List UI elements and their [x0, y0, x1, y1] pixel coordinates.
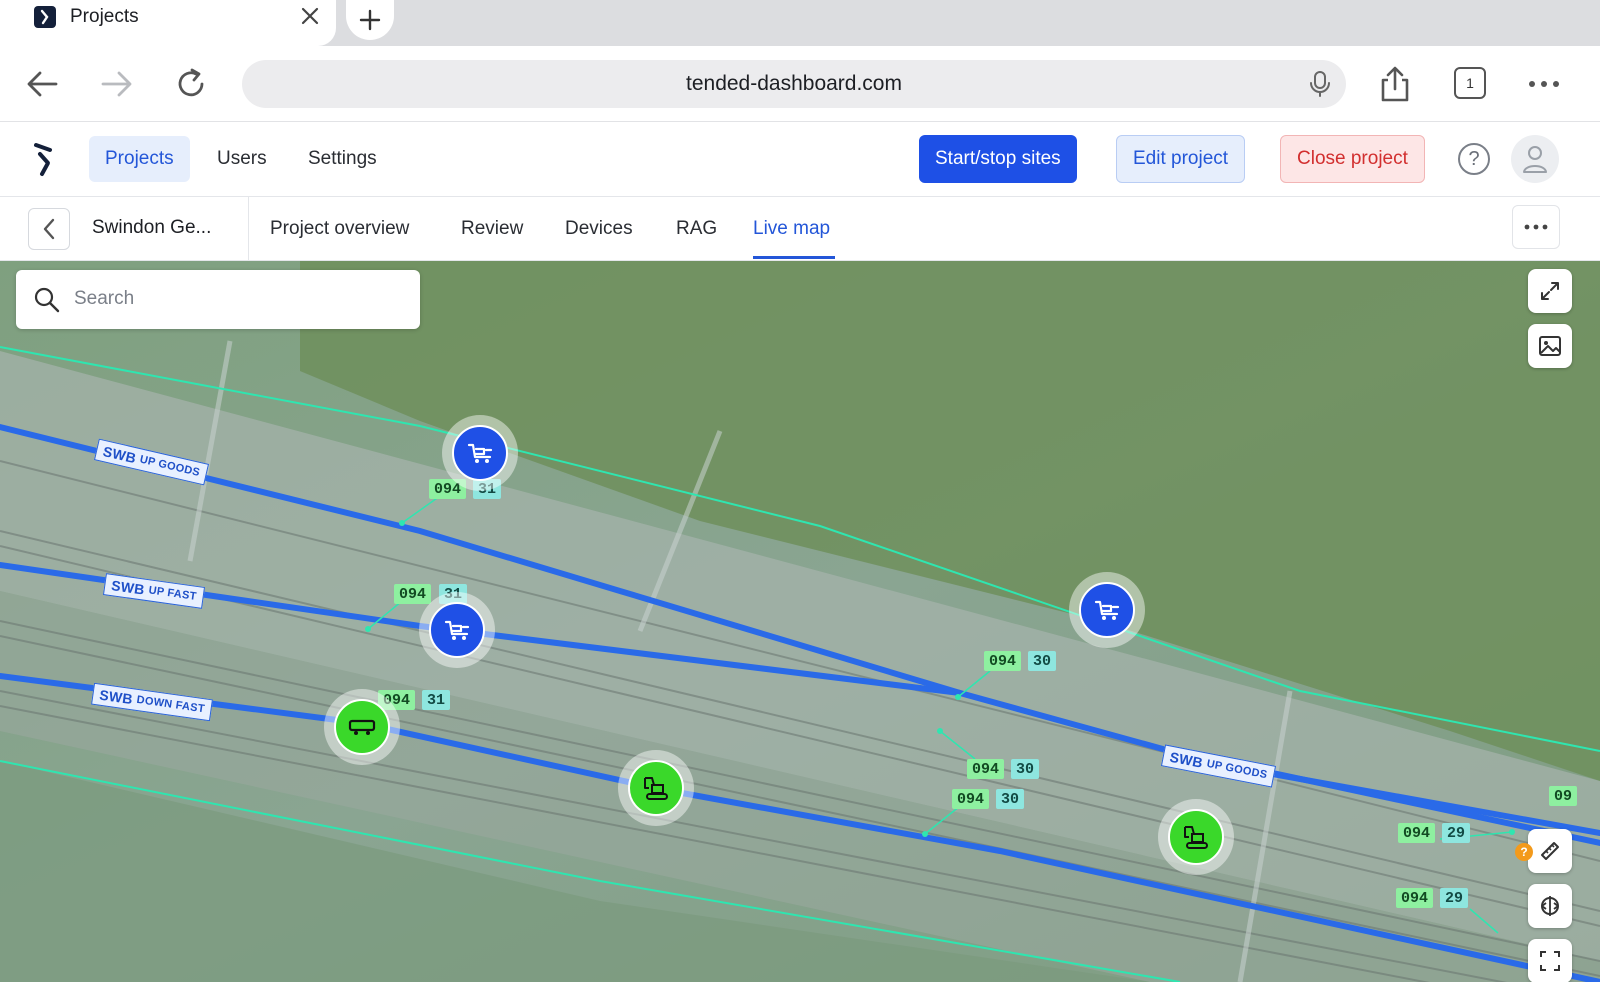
share-button[interactable]: [1375, 64, 1415, 104]
more-options-button[interactable]: [1512, 205, 1560, 249]
layers-image-icon: [1539, 336, 1561, 356]
edit-project-button[interactable]: Edit project: [1116, 135, 1246, 183]
nav-projects[interactable]: Projects: [89, 136, 190, 182]
ruler-icon: [1541, 842, 1559, 860]
excavator-icon: [1184, 826, 1208, 849]
trolley-icon: [467, 443, 493, 463]
project-subheader: Swindon Ge... Project overview Review De…: [0, 197, 1600, 261]
browser-tab-strip: Projects: [0, 0, 1600, 46]
compare-button[interactable]: [1528, 884, 1572, 928]
device-marker-rail-vehicle[interactable]: [324, 689, 400, 765]
reload-icon: [178, 68, 204, 97]
url-text: tended-dashboard.com: [686, 72, 902, 95]
reload-button[interactable]: [171, 64, 211, 104]
trolley-icon: [444, 620, 470, 640]
search-icon: [34, 287, 60, 313]
tab-title: Projects: [70, 6, 139, 27]
browser-tab[interactable]: Projects: [0, 0, 336, 46]
map-search[interactable]: [16, 270, 420, 329]
marker-dot: [334, 699, 390, 755]
marker-dot: [1079, 582, 1135, 638]
forward-button[interactable]: [97, 64, 137, 104]
tab-live-map[interactable]: Live map: [753, 218, 830, 240]
plus-icon: [359, 9, 381, 31]
tab-project-overview[interactable]: Project overview: [270, 218, 409, 240]
arrow-left-icon: [27, 71, 58, 97]
tab-rag[interactable]: RAG: [676, 218, 717, 240]
browser-menu-button[interactable]: [1524, 64, 1564, 104]
chevron-left-icon: [43, 218, 55, 240]
nav-settings[interactable]: Settings: [292, 136, 393, 182]
microphone-icon[interactable]: [1308, 70, 1332, 98]
expand-icon: [1541, 282, 1559, 300]
address-bar[interactable]: tended-dashboard.com: [242, 60, 1346, 108]
device-marker-trolley[interactable]: [1069, 572, 1145, 648]
live-map[interactable]: SWBUP GOODS SWBUP FAST SWBDOWN FAST SWBU…: [0, 261, 1600, 982]
fit-view-button[interactable]: [1528, 939, 1572, 982]
fullscreen-button[interactable]: [1528, 269, 1572, 313]
tended-logo-icon: [34, 6, 56, 28]
rail-vehicle-icon: [348, 719, 376, 735]
divider: [248, 197, 249, 261]
tab-devices[interactable]: Devices: [565, 218, 633, 240]
user-icon: [1523, 146, 1547, 173]
compare-icon: [1541, 896, 1559, 916]
device-marker-trolley[interactable]: [442, 415, 518, 491]
marker-dot: [1168, 809, 1224, 865]
measure-button[interactable]: [1528, 829, 1572, 873]
back-to-projects-button[interactable]: [28, 208, 70, 250]
marker-dot: [452, 425, 508, 481]
new-tab-button[interactable]: [346, 0, 394, 40]
project-name: Swindon Ge...: [92, 217, 212, 238]
active-tab-indicator: [753, 256, 835, 259]
excavator-icon: [644, 777, 668, 800]
arrow-right-icon: [101, 71, 132, 97]
device-marker-excavator[interactable]: [1158, 799, 1234, 875]
app-header: Projects Users Settings Start/stop sites…: [0, 122, 1600, 197]
device-marker-excavator[interactable]: [618, 750, 694, 826]
back-button[interactable]: [22, 64, 62, 104]
tab-review[interactable]: Review: [461, 218, 523, 240]
warning-badge[interactable]: ?: [1515, 843, 1533, 861]
share-icon: [1381, 66, 1409, 102]
device-marker-trolley[interactable]: [419, 592, 495, 668]
marker-dot: [628, 760, 684, 816]
more-horizontal-icon: [1524, 224, 1548, 230]
trolley-icon: [1094, 600, 1120, 620]
help-icon[interactable]: ?: [1458, 143, 1490, 175]
nav-users[interactable]: Users: [201, 136, 283, 182]
tabs-icon[interactable]: 1: [1454, 67, 1486, 99]
avatar[interactable]: [1511, 135, 1559, 183]
search-input[interactable]: [74, 282, 404, 316]
close-icon[interactable]: [296, 2, 324, 30]
map-canvas[interactable]: [0, 261, 1600, 982]
map-layers-button[interactable]: [1528, 324, 1572, 368]
start-stop-sites-button[interactable]: Start/stop sites: [919, 135, 1077, 183]
browser-toolbar: tended-dashboard.com 1: [0, 46, 1600, 122]
marker-dot: [429, 602, 485, 658]
close-project-button[interactable]: Close project: [1280, 135, 1425, 183]
fit-icon: [1540, 951, 1560, 971]
milepost-tag-edge: 09: [1549, 786, 1578, 806]
tended-logo-icon[interactable]: [30, 140, 58, 180]
more-horizontal-icon: [1529, 81, 1559, 87]
